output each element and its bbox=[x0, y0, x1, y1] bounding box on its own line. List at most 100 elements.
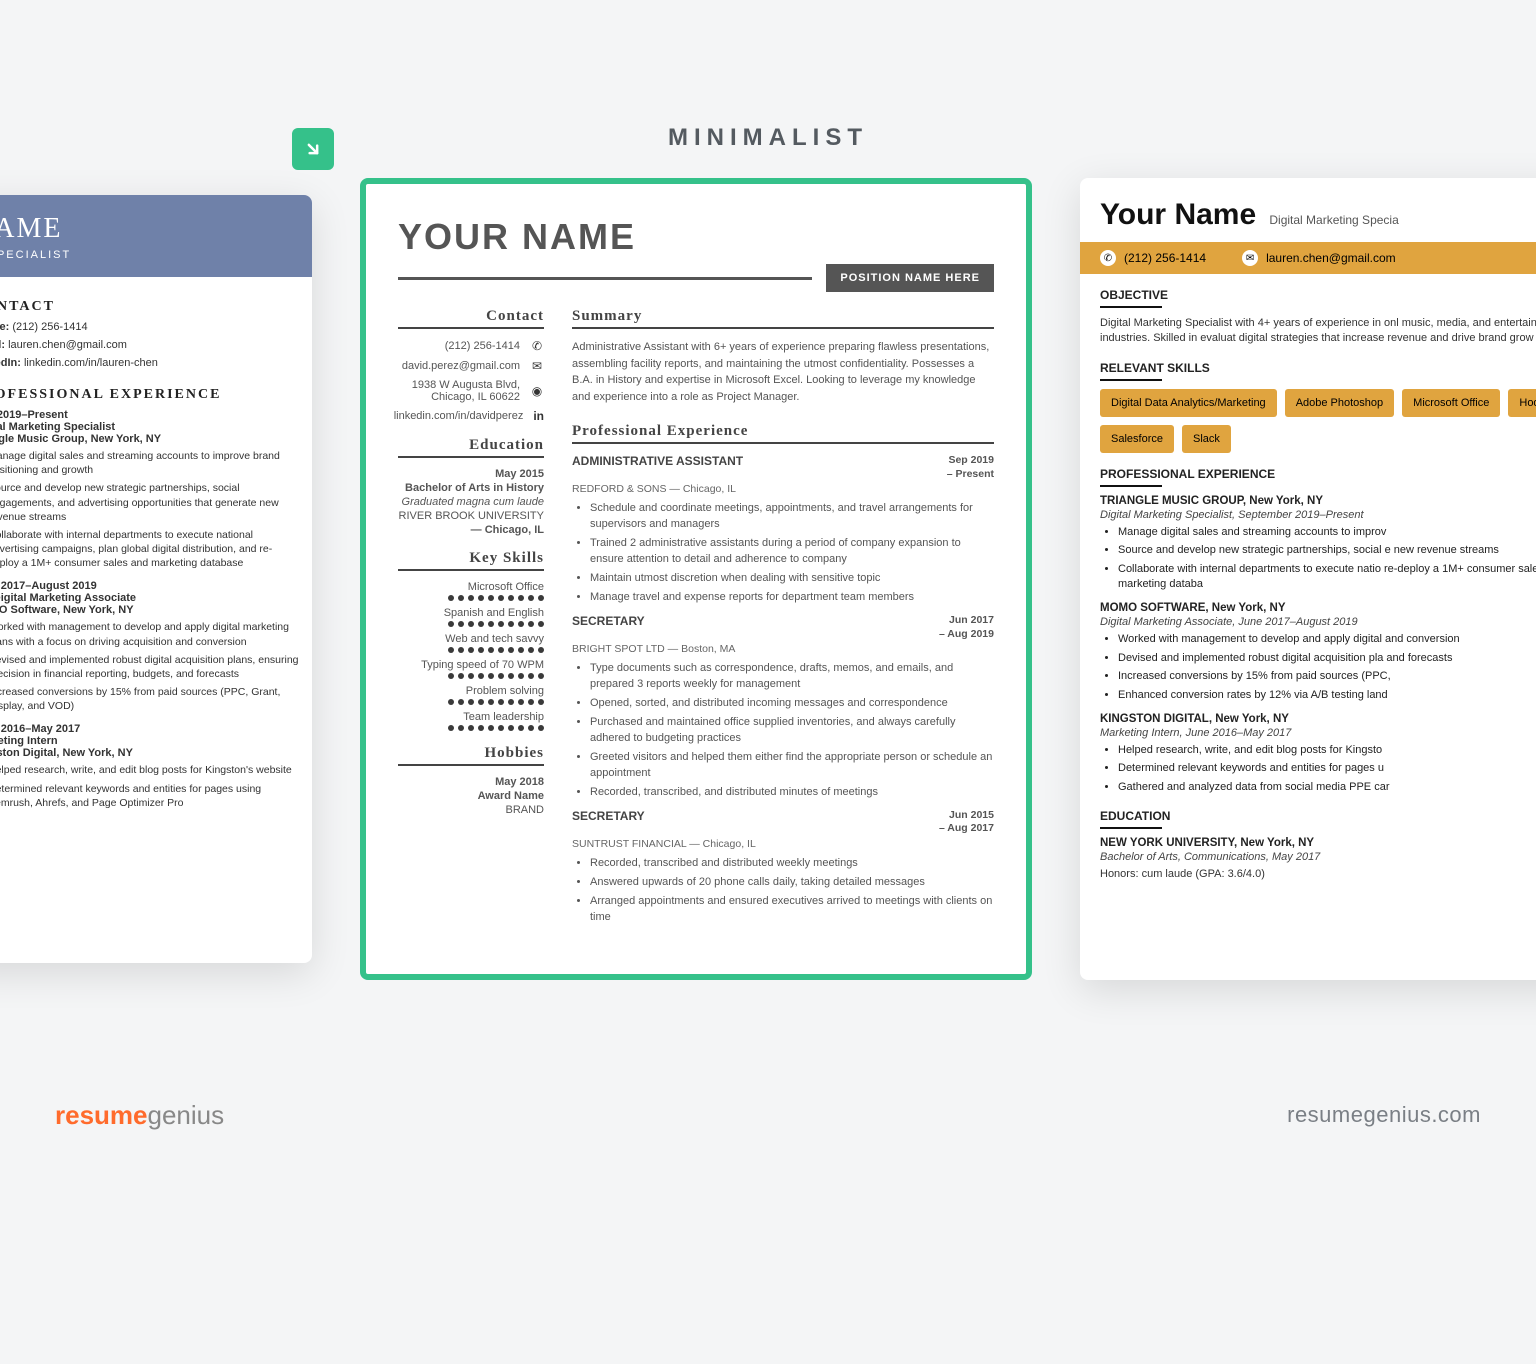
skill-chip: Salesforce bbox=[1100, 425, 1174, 453]
right-name: Your Name bbox=[1100, 198, 1256, 232]
bullet: Manage digital sales and streaming accou… bbox=[0, 449, 300, 477]
bullet: Worked with management to develop and ap… bbox=[1118, 632, 1536, 647]
hobby-award: Award Name bbox=[398, 790, 544, 802]
skill-label: Problem solving bbox=[398, 685, 544, 697]
skill-chip: Digital Data Analytics/Marketing bbox=[1100, 389, 1277, 417]
contact-heading: Contact bbox=[398, 308, 544, 325]
phone-icon: ✆ bbox=[1100, 250, 1116, 266]
bullet: Worked with management to develop and ap… bbox=[0, 620, 300, 648]
contact-phone: (212) 256-1414✆ bbox=[398, 339, 544, 353]
job-dates: SEP 2019–Present bbox=[0, 409, 300, 421]
skill-label: Typing speed of 70 WPM bbox=[398, 659, 544, 671]
skill-dots bbox=[398, 595, 544, 601]
hobby-brand: BRAND bbox=[398, 804, 544, 816]
bullet: Opened, sorted, and distributed incoming… bbox=[590, 696, 994, 712]
contact-linkedin: linkedin.com/in/davidperezin bbox=[398, 409, 544, 423]
job-title: Digital Marketing Specialist bbox=[0, 421, 300, 433]
brand-logo: resumegenius bbox=[55, 1100, 224, 1131]
job-company: KINGSTON DIGITAL, New York, NY bbox=[1100, 713, 1536, 725]
bullet: Answered upwards of 20 phone calls daily… bbox=[590, 875, 994, 891]
job-meta: Marketing Intern, June 2016–May 2017 bbox=[1100, 727, 1536, 739]
skill-chip: Microsoft Office bbox=[1402, 389, 1500, 417]
location-icon: ◉ bbox=[530, 384, 544, 398]
skill-label: Team leadership bbox=[398, 711, 544, 723]
edu-school: RIVER BROOK UNIVERSITY bbox=[398, 510, 544, 522]
experience-heading: PROFESSIONAL EXPERIENCE bbox=[1100, 467, 1536, 481]
left-header: NAME G SPECIALIST bbox=[0, 195, 312, 277]
job-dates: Jun 2017– Aug 2019 bbox=[939, 614, 994, 641]
phone-line: Phone: (212) 256-1414 bbox=[0, 321, 300, 333]
job-title: ADMINISTRATIVE ASSISTANT bbox=[572, 454, 743, 468]
edu-city: — Chicago, IL bbox=[398, 524, 544, 536]
bullet: Collaborate with internal departments to… bbox=[0, 528, 300, 571]
select-template-badge[interactable] bbox=[292, 128, 334, 170]
bullet: Increased conversions by 15% from paid s… bbox=[1118, 669, 1536, 684]
email-icon: ✉ bbox=[530, 359, 544, 373]
divider bbox=[398, 277, 812, 280]
bullet: Source and develop new strategic partner… bbox=[1118, 543, 1536, 558]
skill-chip: Slack bbox=[1182, 425, 1231, 453]
bullet: Schedule and coordinate meetings, appoin… bbox=[590, 501, 994, 533]
job-entry: SECRETARYJun 2017– Aug 2019BRIGHT SPOT L… bbox=[572, 614, 994, 801]
skill-chip: Adobe Photoshop bbox=[1285, 389, 1394, 417]
skill-label: Microsoft Office bbox=[398, 581, 544, 593]
left-role: G SPECIALIST bbox=[0, 249, 300, 261]
bullet: Collaborate with internal departments to… bbox=[1118, 562, 1536, 593]
bullet: Manage digital sales and streaming accou… bbox=[1118, 525, 1536, 540]
email-line: Email: lauren.chen@gmail.com bbox=[0, 339, 300, 351]
edu-degree: Bachelor of Arts, Communications, May 20… bbox=[1100, 851, 1536, 863]
job-entry: SECRETARYJun 2015– Aug 2017SUNTRUST FINA… bbox=[572, 809, 994, 926]
template-style-title: MINIMALIST bbox=[0, 124, 1536, 152]
email-chip: ✉lauren.chen@gmail.com bbox=[1242, 250, 1396, 266]
right-role: Digital Marketing Specia bbox=[1269, 213, 1398, 227]
job-company: MOMO Software, New York, NY bbox=[0, 604, 300, 616]
bullet: Devised and implemented robust digital a… bbox=[0, 653, 300, 681]
left-job: June 2017–August 2019 Dig Digital Market… bbox=[0, 580, 300, 713]
contact-heading: CONTACT bbox=[0, 299, 300, 315]
job-dates: June 2017–August 2019 bbox=[0, 580, 300, 592]
job-company: MOMO SOFTWARE, New York, NY bbox=[1100, 602, 1536, 614]
job-meta: Digital Marketing Specialist, September … bbox=[1100, 509, 1536, 521]
resume-card-center[interactable]: YOUR NAME POSITION NAME HERE Contact (21… bbox=[360, 178, 1032, 980]
job-company: Triangle Music Group, New York, NY bbox=[0, 433, 300, 445]
skill-dots bbox=[398, 699, 544, 705]
email-icon: ✉ bbox=[1242, 250, 1258, 266]
bullet: Manage travel and expense reports for de… bbox=[590, 590, 994, 606]
summary-heading: Summary bbox=[572, 308, 994, 325]
job-title: Dig Digital Marketing Associate bbox=[0, 592, 300, 604]
skill-label: Spanish and English bbox=[398, 607, 544, 619]
education-heading: EDUCATION bbox=[1100, 809, 1536, 823]
center-name: YOUR NAME bbox=[398, 216, 994, 258]
job-title: SECRETARY bbox=[572, 614, 645, 628]
contact-address: 1938 W Augusta Blvd,Chicago, IL 60622◉ bbox=[398, 379, 544, 403]
skill-label: Web and tech savvy bbox=[398, 633, 544, 645]
bullet: Gathered and analyzed data from social m… bbox=[1118, 780, 1536, 795]
bullet: Source and develop new strategic partner… bbox=[0, 481, 300, 524]
bullet: Trained 2 administrative assistants duri… bbox=[590, 536, 994, 568]
footer: resumegenius resumegenius.com bbox=[0, 1090, 1536, 1140]
skill-dots bbox=[398, 647, 544, 653]
resume-card-left[interactable]: NAME G SPECIALIST CONTACT Phone: (212) 2… bbox=[0, 195, 312, 963]
contact-bar: ✆(212) 256-1414 ✉lauren.chen@gmail.com bbox=[1080, 242, 1536, 274]
footer-url: resumegenius.com bbox=[1287, 1102, 1481, 1128]
bullet: Enhanced conversion rates by 12% via A/B… bbox=[1118, 688, 1536, 703]
phone-chip: ✆(212) 256-1414 bbox=[1100, 250, 1206, 266]
job-meta: Digital Marketing Associate, June 2017–A… bbox=[1100, 616, 1536, 628]
linkedin-line: LinkedIn: linkedin.com/in/lauren-chen bbox=[0, 357, 300, 369]
edu-school: NEW YORK UNIVERSITY, New York, NY bbox=[1100, 837, 1536, 849]
linkedin-icon: in bbox=[533, 409, 544, 423]
resume-card-right[interactable]: Your Name Digital Marketing Specia ✆(212… bbox=[1080, 178, 1536, 980]
contact-email: david.perez@gmail.com✉ bbox=[398, 359, 544, 373]
job-company: TRIANGLE MUSIC GROUP, New York, NY bbox=[1100, 495, 1536, 507]
bullet: Greeted visitors and helped them either … bbox=[590, 750, 994, 782]
job-title: SECRETARY bbox=[572, 809, 645, 823]
skills-heading: RELEVANT SKILLS bbox=[1100, 361, 1536, 375]
bullet: Arranged appointments and ensured execut… bbox=[590, 894, 994, 926]
hobby-date: May 2018 bbox=[398, 776, 544, 788]
experience-heading: PROFESSIONAL EXPERIENCE bbox=[0, 387, 300, 403]
bullet: Devised and implemented robust digital a… bbox=[1118, 651, 1536, 666]
skill-dots bbox=[398, 725, 544, 731]
edu-honors: Honors: cum laude (GPA: 3.6/4.0) bbox=[1100, 867, 1536, 882]
job-company: REDFORD & SONS — Chicago, IL bbox=[572, 483, 994, 495]
edu-honors: Graduated magna cum laude bbox=[398, 496, 544, 508]
